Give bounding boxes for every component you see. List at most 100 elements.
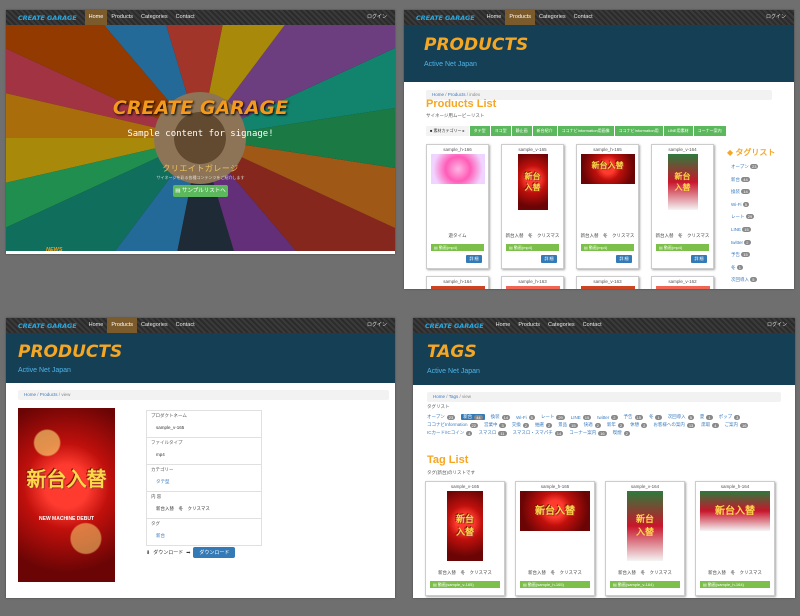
product-card[interactable]: sample_v-164 新台 入替 新台入替 冬 クリスマス ▤ 動画(mp4)… xyxy=(651,144,714,269)
tag-item[interactable]: Wi-Fi 5 xyxy=(731,199,776,212)
detail-button[interactable]: 詳 細 xyxy=(616,255,632,263)
tag-item[interactable]: 交換 2 xyxy=(512,422,529,428)
tag-item[interactable]: お客様への案内 13 xyxy=(653,422,696,428)
product-card[interactable]: sample_h-165 新台入替 新台入替 冬 クリスマス ▤ 動画(mp4)… xyxy=(576,144,639,269)
nav-contact[interactable]: Contact xyxy=(172,318,199,333)
section-title: Tag List xyxy=(427,454,469,466)
tag-item[interactable]: 席取 4 xyxy=(701,422,719,428)
brand-logo[interactable]: CREATE GARAGE xyxy=(6,322,85,330)
nav-products[interactable]: Products xyxy=(505,10,536,25)
detail-row: タグ 新台 xyxy=(147,519,261,545)
breadcrumb-products[interactable]: Products xyxy=(40,392,58,397)
nav-contact[interactable]: Contact xyxy=(172,10,199,25)
product-card[interactable]: sample_v-162 xyxy=(651,276,714,289)
tag-item[interactable]: twitter 2 xyxy=(731,237,776,250)
tag-item[interactable]: 抽選 2 xyxy=(535,422,553,428)
category-tab[interactable]: 新台紹介 xyxy=(532,126,557,136)
sample-list-button[interactable]: ▤ サンプルリストへ xyxy=(173,185,228,197)
breadcrumb-home[interactable]: Home xyxy=(432,92,444,97)
tag-item[interactable]: twitter 2 xyxy=(597,414,618,420)
nav-categories[interactable]: Categories xyxy=(137,10,172,25)
nav-home[interactable]: Home xyxy=(492,318,515,333)
login-link[interactable]: ログイン xyxy=(367,10,387,25)
category-tab[interactable]: LINE用素材 xyxy=(663,126,693,136)
tag-item[interactable]: 休憩 2 xyxy=(630,422,648,428)
detail-button[interactable]: 詳 細 xyxy=(691,255,707,263)
tag-product-card[interactable]: sample_v-164 新台 入替 新台入替 冬 クリスマス ▤ 動画(samp… xyxy=(605,481,685,596)
tag-item[interactable]: オープン 23 xyxy=(731,161,776,174)
nav-categories[interactable]: Categories xyxy=(137,318,172,333)
tag-item[interactable]: LINE 15 xyxy=(571,414,592,420)
tag-item[interactable]: 営業中 3 xyxy=(484,422,506,428)
tag-item[interactable]: 冬1 xyxy=(649,414,662,420)
nav-home[interactable]: Home xyxy=(85,318,108,333)
tag-item[interactable]: レート 29 xyxy=(731,211,776,224)
tag-item[interactable]: レート 29 xyxy=(541,414,565,420)
nav-contact[interactable]: Contact xyxy=(579,318,606,333)
tag-item[interactable]: 換装 14 xyxy=(491,414,511,420)
nav-contact[interactable]: Contact xyxy=(570,10,597,25)
tag-item[interactable]: 新台 44 xyxy=(731,174,776,187)
tag-item[interactable]: 次回導入 5 xyxy=(668,414,694,420)
category-tab[interactable]: ヨコ型 xyxy=(490,126,511,136)
tag-item[interactable]: スマスロ 11 xyxy=(478,430,507,436)
tag-item[interactable]: LINE 15 xyxy=(731,224,776,237)
tag-item[interactable]: スマスロ・スマパチ 14 xyxy=(513,430,564,436)
tag-list-label: タグリスト xyxy=(427,404,450,409)
nav-products[interactable]: Products xyxy=(514,318,544,333)
product-card[interactable]: sample_h-163 xyxy=(501,276,564,289)
nav-home[interactable]: Home xyxy=(84,10,108,25)
category-tab[interactable]: タテ型 xyxy=(469,126,490,136)
product-card[interactable]: sample_h-166 遊タイム ▤ 動画(mp4) 詳 細 xyxy=(426,144,489,269)
nav-categories[interactable]: Categories xyxy=(544,318,579,333)
tag-item[interactable]: 次回導入 5 xyxy=(731,274,776,287)
tag-item[interactable]: 予告 15 xyxy=(731,249,776,262)
nav-home[interactable]: Home xyxy=(483,10,506,25)
tag-item[interactable]: コーナー案内 16 xyxy=(569,430,607,436)
brand-logo[interactable]: CREATE GARAGE xyxy=(413,322,492,330)
tag-item[interactable]: ご案内 16 xyxy=(725,422,749,428)
tag-item[interactable]: 夏1 xyxy=(700,414,713,420)
nav-products[interactable]: Products xyxy=(107,318,138,333)
tag-item[interactable]: Wi-Fi 5 xyxy=(516,414,535,420)
brand-logo[interactable]: CREATE GARAGE xyxy=(6,14,85,22)
detail-value[interactable]: 新台 xyxy=(151,533,257,539)
detail-button[interactable]: 詳 細 xyxy=(466,255,482,263)
tag-item[interactable]: 喫煙 2 xyxy=(613,430,630,436)
detail-value[interactable]: タテ型 xyxy=(151,479,257,485)
breadcrumb-home[interactable]: Home xyxy=(24,392,36,397)
tag-item[interactable]: 換装 14 xyxy=(731,186,776,199)
tag-item-selected[interactable]: 新台 44 xyxy=(461,414,485,420)
breadcrumb-tags[interactable]: Tags xyxy=(449,394,459,399)
tag-item[interactable]: 新年 2 xyxy=(607,422,625,428)
tag-item[interactable]: ココナビInformation 22 xyxy=(427,422,478,428)
category-tab[interactable]: ココナビInformation用画像 xyxy=(557,126,614,136)
login-link[interactable]: ログイン xyxy=(767,318,787,333)
login-link[interactable]: ログイン xyxy=(367,318,387,333)
breadcrumb-home[interactable]: Home xyxy=(433,394,445,399)
category-tab[interactable]: コーナー案内 xyxy=(693,126,726,136)
tag-item[interactable]: 快適 2 xyxy=(584,422,601,428)
detail-button[interactable]: 詳 細 xyxy=(541,255,557,263)
category-tab[interactable]: 静止画 xyxy=(511,126,532,136)
product-card[interactable]: sample_h-164 xyxy=(426,276,489,289)
product-card[interactable]: sample_v-163 xyxy=(576,276,639,289)
tag-item[interactable]: ICカード/ICコイン 4 xyxy=(427,430,473,436)
nav-products[interactable]: Products xyxy=(107,10,137,25)
tag-item[interactable]: 予告 15 xyxy=(624,414,643,420)
login-link[interactable]: ログイン xyxy=(766,10,786,25)
product-card[interactable]: sample_v-165 新台 入替 新台入替 冬 クリスマス ▤ 動画(mp4)… xyxy=(501,144,564,269)
nav-categories[interactable]: Categories xyxy=(535,10,570,25)
download-icon: ⬇ xyxy=(146,549,151,556)
tag-product-card[interactable]: sample_h-164 新台入替 新台入替 冬 クリスマス ▤ 動画(samp… xyxy=(695,481,775,596)
tag-item[interactable]: 冬 1 xyxy=(731,262,776,275)
tag-item[interactable]: ポップ 3 xyxy=(719,414,741,420)
tag-item[interactable]: 景品 15 xyxy=(558,422,578,428)
download-button[interactable]: ダウンロード xyxy=(193,547,236,558)
tag-item[interactable]: オープン 23 xyxy=(427,414,456,420)
category-tab[interactable]: ココナビInformation用 xyxy=(614,126,663,136)
tag-product-card[interactable]: sample_v-165 新台 入替 新台入替 冬 クリスマス ▤ 動画(samp… xyxy=(425,481,505,596)
brand-logo[interactable]: CREATE GARAGE xyxy=(404,14,483,22)
tag-product-card[interactable]: sample_h-165 新台入替 新台入替 冬 クリスマス ▤ 動画(samp… xyxy=(515,481,595,596)
breadcrumb-products[interactable]: Products xyxy=(448,92,466,97)
